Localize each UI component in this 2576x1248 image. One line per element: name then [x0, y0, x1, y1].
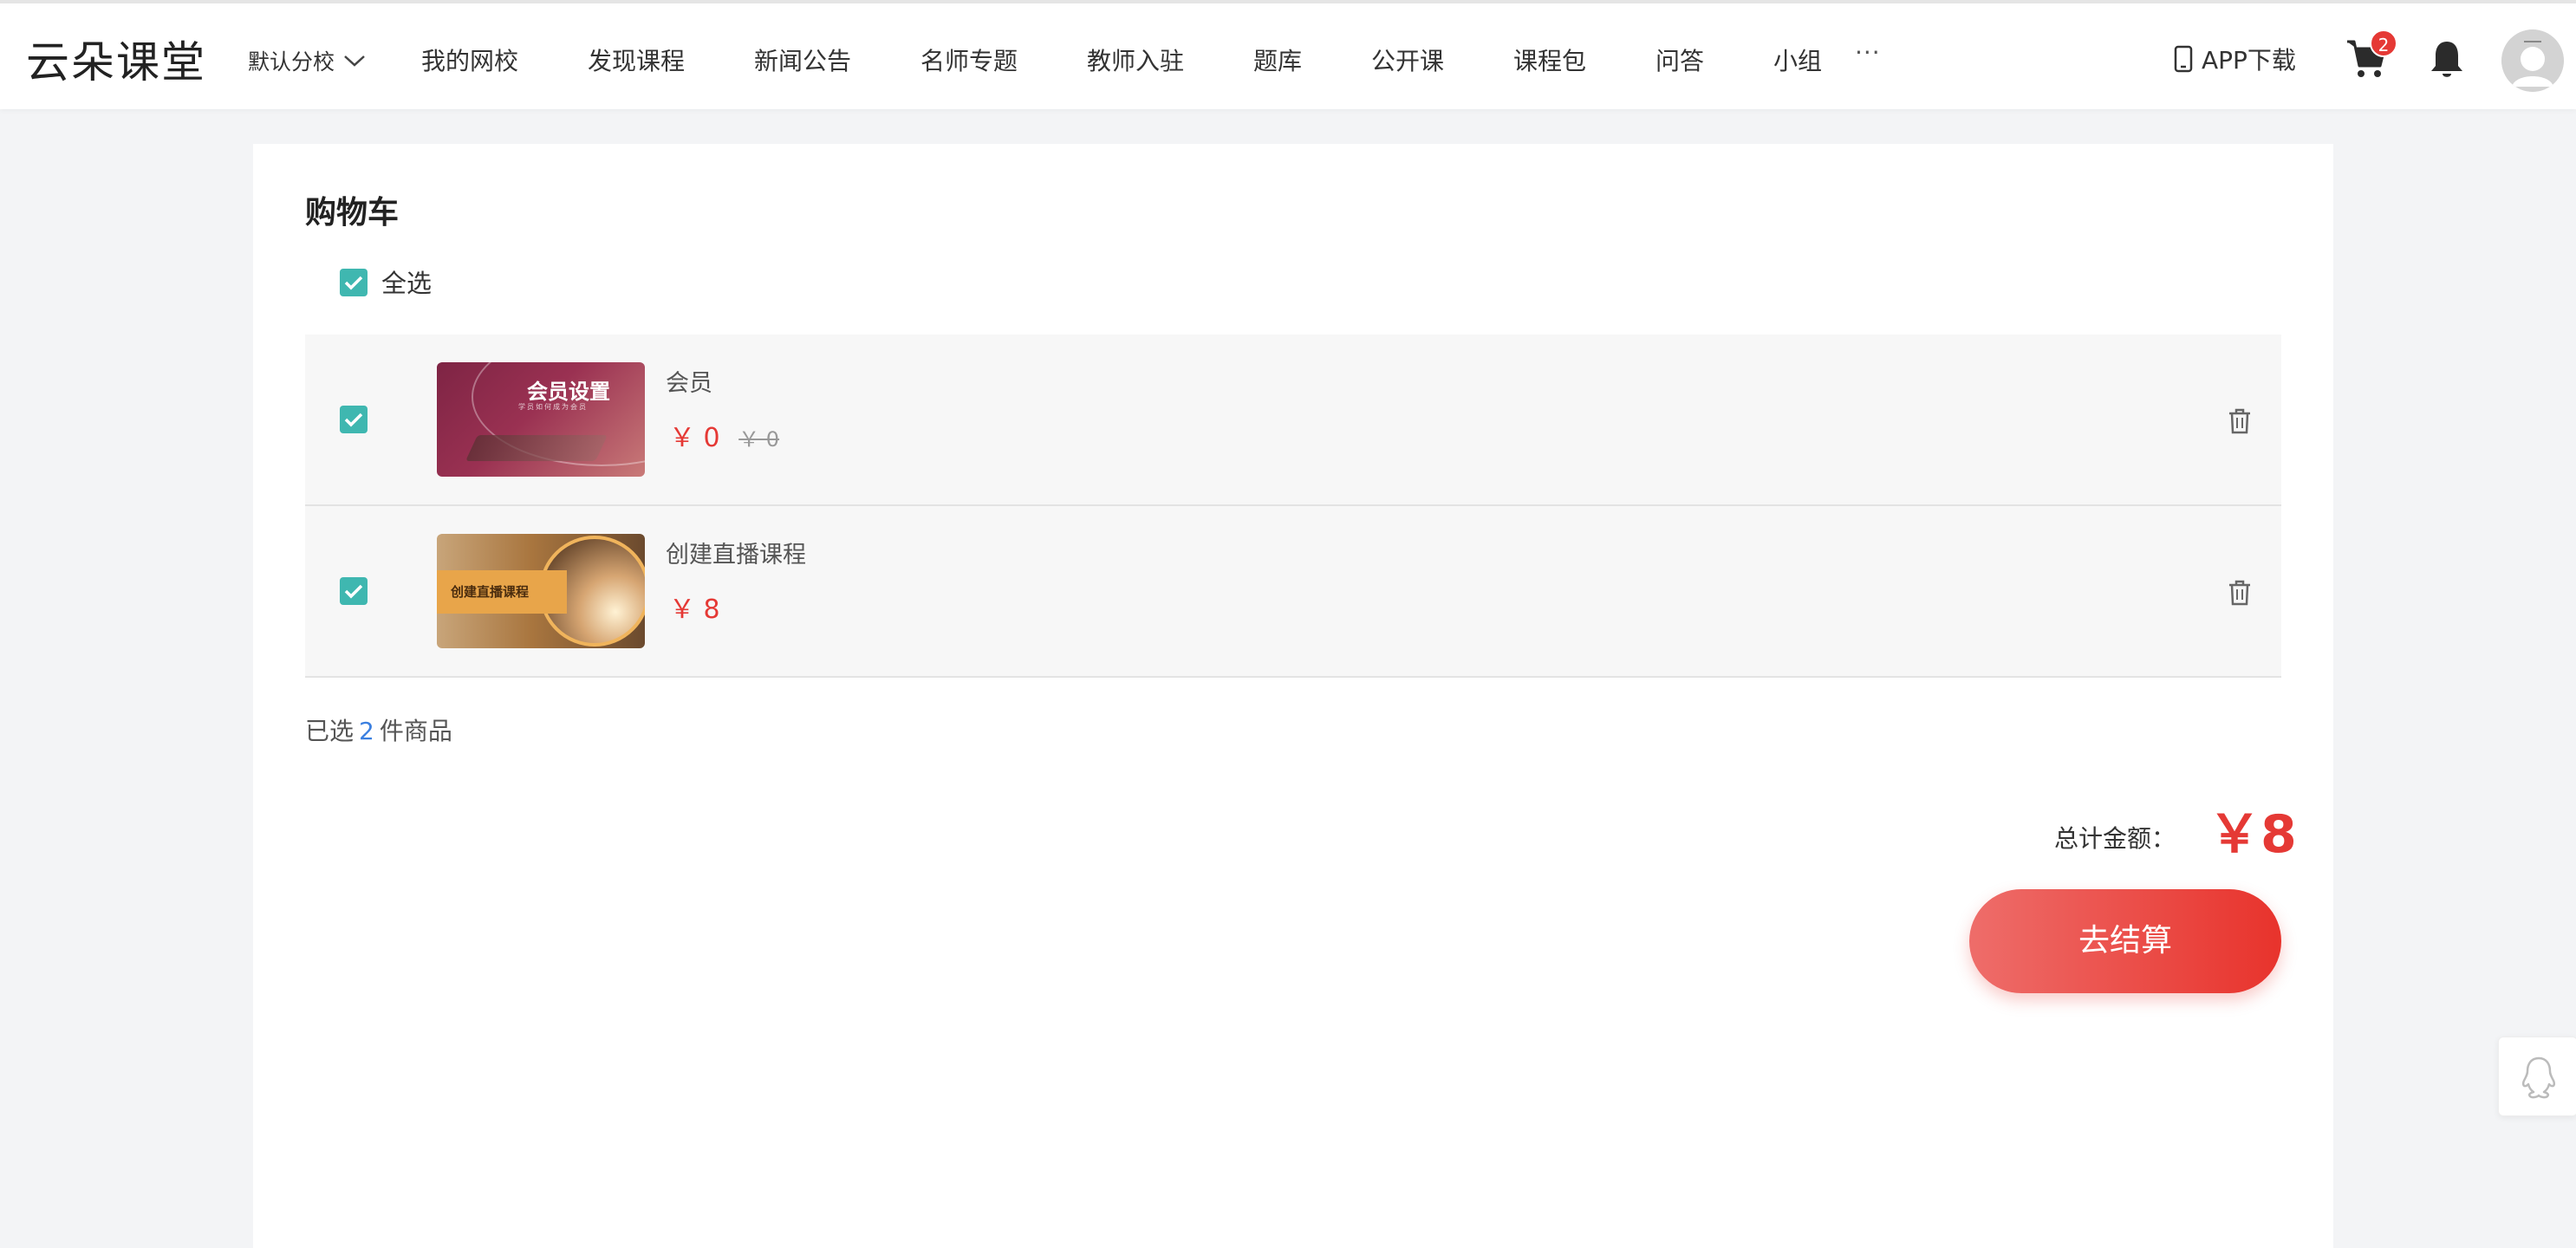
- trash-icon[interactable]: [2228, 579, 2252, 607]
- nav-teacher-join[interactable]: 教师入驻: [1087, 42, 1184, 77]
- checkmark-icon: [344, 276, 363, 290]
- qq-icon: [2521, 1056, 2556, 1099]
- item-price-group: ￥ 8: [669, 588, 720, 626]
- thumbnail-subtitle: 学员如何成为会员: [518, 403, 588, 411]
- item-thumbnail[interactable]: 创建直播课程: [437, 534, 645, 648]
- top-header: 云朵课堂 默认分校 我的网校 发现课程 新闻公告 名师专题 教师入驻 题库 公开…: [0, 0, 2576, 109]
- nav-group[interactable]: 小组: [1773, 42, 1822, 77]
- app-download-label: APP下载: [2202, 46, 2296, 75]
- app-download-link[interactable]: APP下载: [2174, 42, 2296, 76]
- item-thumbnail[interactable]: 会员设置 学员如何成为会员: [437, 362, 645, 477]
- branch-selector[interactable]: 默认分校: [248, 45, 366, 76]
- thumbnail-title: 创建直播课程: [451, 584, 530, 600]
- nav-course-package[interactable]: 课程包: [1513, 42, 1586, 77]
- item-name[interactable]: 创建直播课程: [666, 536, 806, 569]
- item-checkbox[interactable]: [340, 577, 368, 605]
- cart-count-badge: 2: [2370, 29, 2397, 57]
- thumb-decoration: [465, 435, 608, 461]
- checkmark-icon: [344, 413, 363, 427]
- cart-panel: 购物车 全选 会员设置 学员如何成为会员 会员 ￥ 0 ￥ 0 创建直播课程 创…: [253, 144, 2333, 1248]
- bell-icon[interactable]: [2429, 38, 2465, 80]
- site-logo[interactable]: 云朵课堂: [26, 28, 206, 90]
- avatar-placeholder-icon: [2501, 29, 2564, 92]
- page-title: 购物车: [305, 195, 400, 231]
- nav-open-class[interactable]: 公开课: [1371, 42, 1444, 77]
- selected-suffix: 件商品: [379, 717, 452, 745]
- nav-discover-courses[interactable]: 发现课程: [588, 42, 685, 77]
- item-price-group: ￥ 0 ￥ 0: [669, 416, 779, 454]
- item-checkbox[interactable]: [340, 406, 368, 433]
- selected-count-summary: 已选 2 件商品: [305, 712, 452, 747]
- item-name[interactable]: 会员: [666, 364, 712, 398]
- item-price: ￥ 0: [669, 423, 720, 453]
- phone-icon: [2174, 45, 2193, 73]
- select-all-label[interactable]: 全选: [381, 263, 432, 300]
- item-original-price: ￥ 0: [738, 427, 780, 452]
- item-price: ￥ 8: [669, 595, 720, 625]
- total-amount-label: 总计金额：: [2054, 824, 2176, 853]
- chevron-down-icon: [344, 55, 365, 67]
- nav-question-bank[interactable]: 题库: [1253, 42, 1302, 77]
- total-amount-value: ￥8: [2208, 804, 2297, 865]
- nav-famous-teachers[interactable]: 名师专题: [920, 42, 1018, 77]
- branch-label: 默认分校: [248, 49, 335, 75]
- selected-prefix: 已选: [305, 717, 355, 745]
- nav-more-button[interactable]: ···: [1855, 38, 1881, 67]
- nav-news[interactable]: 新闻公告: [754, 42, 851, 77]
- avatar[interactable]: [2501, 29, 2564, 92]
- cart-item-row: 会员设置 学员如何成为会员 会员 ￥ 0 ￥ 0: [305, 335, 2281, 506]
- checkout-button[interactable]: 去结算: [1969, 889, 2281, 993]
- trash-icon[interactable]: [2228, 407, 2252, 435]
- nav-my-school[interactable]: 我的网校: [421, 42, 518, 77]
- checkmark-icon: [344, 584, 363, 599]
- nav-qa[interactable]: 问答: [1656, 42, 1704, 77]
- thumbnail-title: 会员设置: [527, 380, 610, 404]
- select-all-checkbox[interactable]: [340, 269, 368, 296]
- qq-service-button[interactable]: [2498, 1037, 2576, 1116]
- cart-item-row: 创建直播课程 创建直播课程 ￥ 8: [305, 506, 2281, 678]
- selected-count-number: 2: [359, 717, 374, 745]
